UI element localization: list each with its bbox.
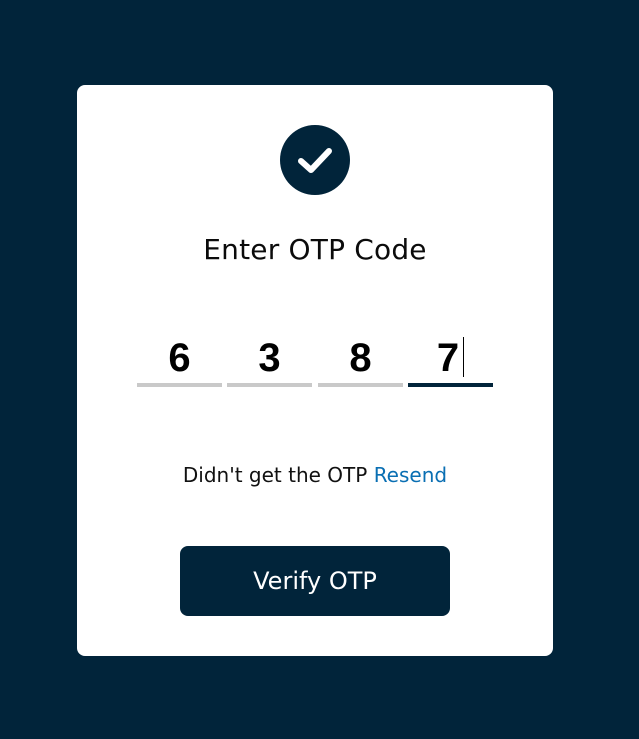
otp-digit-1[interactable]: 6: [137, 333, 222, 387]
otp-digit-2[interactable]: 3: [227, 333, 312, 387]
otp-input-group: 6 3 8 7: [137, 333, 493, 387]
page-title: Enter OTP Code: [203, 233, 427, 266]
otp-digit-3[interactable]: 8: [318, 333, 403, 387]
otp-digit-2-value: 3: [258, 336, 281, 380]
resend-link[interactable]: Resend: [374, 463, 447, 487]
otp-digit-1-value: 6: [168, 336, 191, 380]
text-caret: [463, 337, 465, 377]
checkmark-icon: [298, 148, 332, 173]
resend-line: Didn't get the OTP Resend: [77, 463, 553, 487]
verify-otp-label: Verify OTP: [253, 567, 377, 595]
verify-otp-button[interactable]: Verify OTP: [180, 546, 450, 616]
otp-digit-4[interactable]: 7: [408, 333, 493, 387]
otp-digit-3-value: 8: [349, 336, 372, 380]
resend-prompt: Didn't get the OTP: [182, 463, 368, 487]
check-circle-icon: [280, 125, 350, 195]
otp-card: Enter OTP Code 6 3 8 7 Didn't get the OT…: [77, 85, 553, 656]
otp-digit-4-value: 7: [436, 336, 460, 380]
